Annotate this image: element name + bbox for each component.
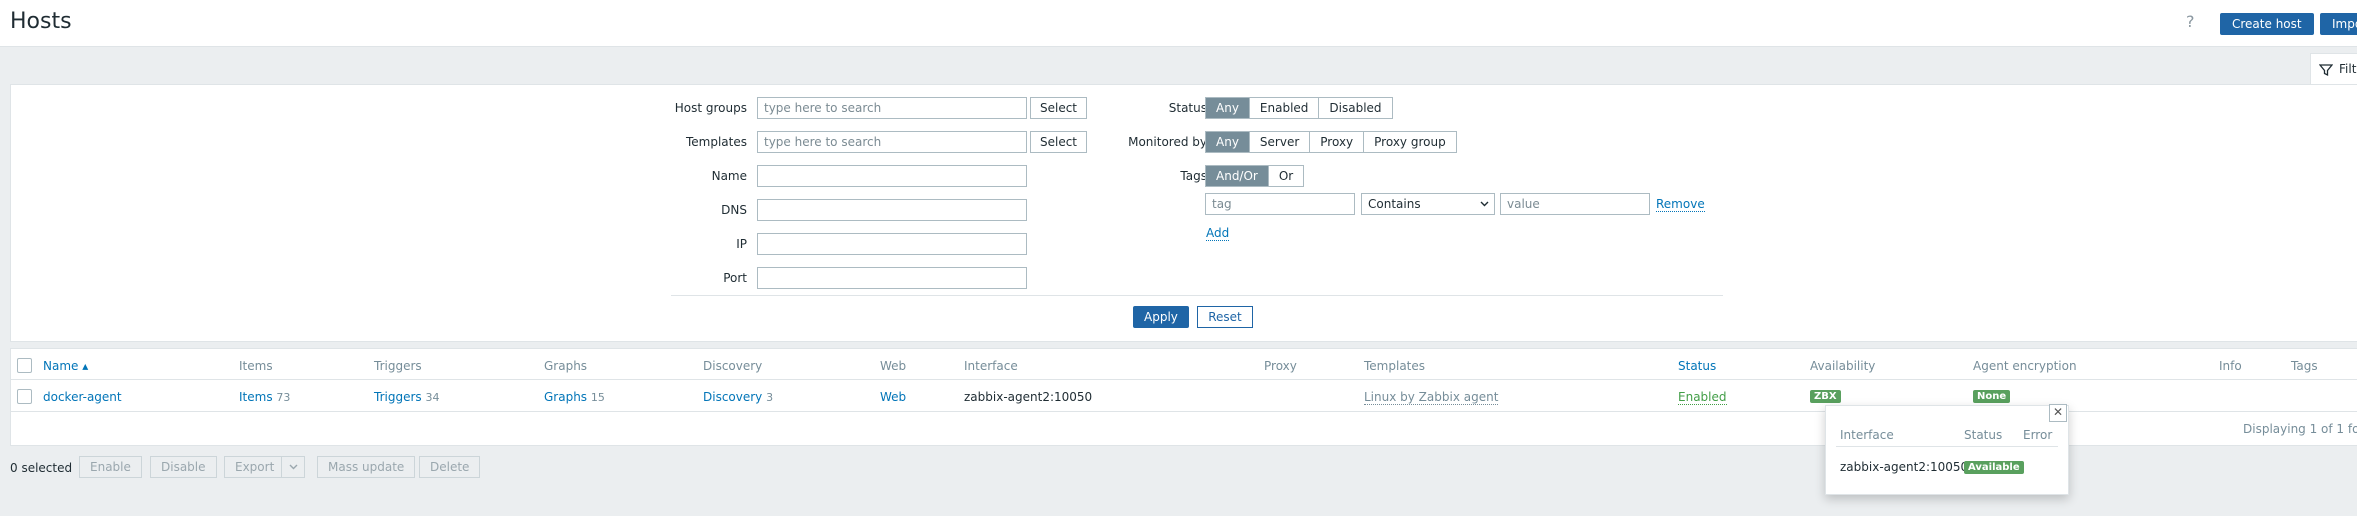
col-interface: Interface bbox=[964, 359, 1018, 373]
template-link[interactable]: Linux by Zabbix agent bbox=[1364, 390, 1499, 405]
templates-label: Templates bbox=[685, 135, 747, 149]
host-groups-input[interactable]: type here to search bbox=[757, 97, 1027, 119]
delete-button[interactable]: Delete bbox=[419, 456, 481, 478]
discovery-link[interactable]: Discovery bbox=[703, 390, 762, 404]
monitored-by-proxy[interactable]: Proxy bbox=[1310, 132, 1365, 152]
create-host-button[interactable]: Create host bbox=[2220, 13, 2314, 35]
mass-update-button[interactable]: Mass update bbox=[317, 456, 416, 478]
col-status[interactable]: Status bbox=[1678, 359, 1716, 373]
items-count: 73 bbox=[276, 391, 291, 404]
export-dropdown-button[interactable] bbox=[281, 456, 305, 478]
monitored-by-server[interactable]: Server bbox=[1249, 132, 1311, 152]
col-tags: Tags bbox=[2291, 359, 2318, 373]
availability-popup: ✕ Interface Status Error zabbix-agent2:1… bbox=[1825, 404, 2069, 495]
popup-col-interface: Interface bbox=[1840, 428, 1894, 442]
filter-divider bbox=[671, 295, 1723, 296]
col-web: Web bbox=[880, 359, 907, 373]
triggers-count: 34 bbox=[425, 391, 440, 404]
displaying-count: Displaying 1 of 1 foun bbox=[2243, 422, 2357, 436]
reset-button[interactable]: Reset bbox=[1197, 306, 1253, 328]
popup-interface-value: zabbix-agent2:10050 bbox=[1840, 460, 1969, 474]
chevron-down-icon bbox=[289, 464, 298, 470]
export-button[interactable]: Export bbox=[224, 456, 286, 478]
items-link[interactable]: Items bbox=[239, 390, 273, 404]
col-availability: Availability bbox=[1810, 359, 1876, 373]
popup-col-status: Status bbox=[1964, 428, 2003, 442]
popup-col-error: Error bbox=[2023, 428, 2053, 442]
status-segmented: Any Enabled Disabled bbox=[1205, 97, 1393, 119]
col-items: Items bbox=[239, 359, 273, 373]
tag-value-input[interactable]: value bbox=[1500, 193, 1650, 215]
tag-operator-value: Contains bbox=[1368, 197, 1421, 211]
tag-input[interactable]: tag bbox=[1205, 193, 1355, 215]
popup-divider bbox=[1836, 446, 2058, 447]
header-separator bbox=[11, 379, 2357, 380]
interface-value: zabbix-agent2:10050 bbox=[964, 390, 1093, 404]
graphs-count: 15 bbox=[590, 391, 605, 404]
dns-label: DNS bbox=[721, 203, 747, 217]
close-icon[interactable]: ✕ bbox=[2049, 404, 2067, 422]
col-graphs: Graphs bbox=[544, 359, 588, 373]
graphs-link[interactable]: Graphs bbox=[544, 390, 587, 404]
triggers-link[interactable]: Triggers bbox=[374, 390, 422, 404]
tags-label: Tags bbox=[1180, 169, 1207, 183]
page-header: Hosts ? Create host Impo bbox=[0, 0, 2357, 47]
col-name[interactable]: Name ▴ bbox=[43, 359, 88, 373]
import-button[interactable]: Impo bbox=[2320, 13, 2357, 35]
monitored-by-any[interactable]: Any bbox=[1206, 132, 1250, 152]
status-disabled[interactable]: Disabled bbox=[1319, 98, 1392, 118]
col-triggers: Triggers bbox=[374, 359, 422, 373]
availability-badge[interactable]: ZBX bbox=[1810, 390, 1841, 403]
col-templates: Templates bbox=[1364, 359, 1426, 373]
encryption-badge: None bbox=[1973, 390, 2011, 403]
status-enabled[interactable]: Enabled bbox=[1249, 98, 1320, 118]
popup-status-badge: Available bbox=[1964, 461, 2024, 474]
dns-input[interactable] bbox=[757, 199, 1027, 221]
tag-operator-select[interactable]: Contains bbox=[1361, 193, 1495, 215]
filter-tab[interactable]: Filte bbox=[2310, 53, 2357, 86]
monitored-by-label: Monitored by bbox=[1128, 135, 1207, 149]
web-link[interactable]: Web bbox=[880, 390, 906, 404]
ip-input[interactable] bbox=[757, 233, 1027, 255]
status-label: Status bbox=[1168, 101, 1207, 115]
filter-tab-label: Filte bbox=[2339, 62, 2357, 76]
col-agent-encryption: Agent encryption bbox=[1973, 359, 2077, 373]
templates-input[interactable]: type here to search bbox=[757, 131, 1027, 153]
host-groups-label: Host groups bbox=[674, 101, 747, 115]
status-any[interactable]: Any bbox=[1206, 98, 1250, 118]
add-tag-link[interactable]: Add bbox=[1206, 226, 1230, 241]
remove-tag-link[interactable]: Remove bbox=[1656, 197, 1705, 212]
port-label: Port bbox=[723, 271, 747, 285]
ip-label: IP bbox=[736, 237, 747, 251]
apply-button[interactable]: Apply bbox=[1133, 306, 1189, 328]
select-all-checkbox[interactable] bbox=[17, 358, 32, 373]
filter-panel: Host groups type here to search Select T… bbox=[10, 84, 2357, 342]
col-proxy: Proxy bbox=[1264, 359, 1297, 373]
col-info: Info bbox=[2219, 359, 2242, 373]
discovery-count: 3 bbox=[766, 391, 774, 404]
page-title: Hosts bbox=[10, 9, 72, 34]
chevron-down-icon bbox=[1480, 201, 1489, 207]
host-name-link[interactable]: docker-agent bbox=[43, 390, 122, 404]
tags-operator-segmented: And/Or Or bbox=[1205, 165, 1305, 187]
monitored-by-segmented: Any Server Proxy Proxy group bbox=[1205, 131, 1457, 153]
row-checkbox[interactable] bbox=[17, 389, 32, 404]
help-icon[interactable]: ? bbox=[2186, 12, 2195, 31]
name-label: Name bbox=[711, 169, 747, 183]
filter-icon bbox=[2319, 64, 2333, 77]
disable-button[interactable]: Disable bbox=[150, 456, 217, 478]
col-discovery: Discovery bbox=[703, 359, 763, 373]
selected-count: 0 selected bbox=[10, 461, 73, 475]
tags-or[interactable]: Or bbox=[1268, 166, 1304, 186]
name-input[interactable] bbox=[757, 165, 1027, 187]
tags-and-or[interactable]: And/Or bbox=[1206, 166, 1269, 186]
monitored-by-proxy-group[interactable]: Proxy group bbox=[1364, 132, 1456, 152]
enable-button[interactable]: Enable bbox=[79, 456, 142, 478]
status-toggle[interactable]: Enabled bbox=[1678, 390, 1727, 405]
port-input[interactable] bbox=[757, 267, 1027, 289]
